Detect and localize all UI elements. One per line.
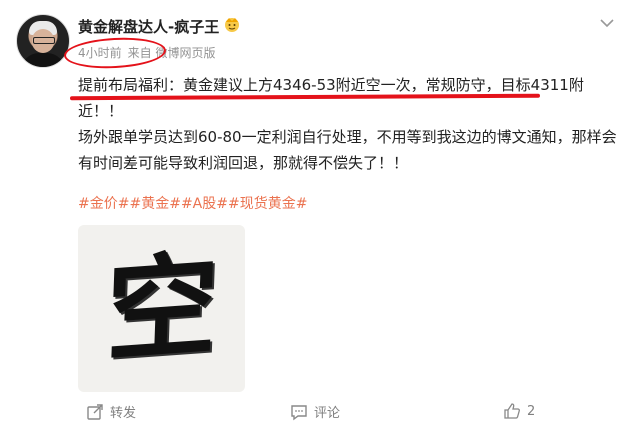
chevron-down-icon[interactable] [600, 18, 614, 28]
thumbs-up-icon [504, 403, 520, 419]
post-image[interactable]: 空 [78, 225, 245, 392]
author-name[interactable]: 黄金解盘达人-疯子王 [78, 16, 219, 37]
action-bar: 转发 评论 2 [0, 398, 640, 428]
repost-button[interactable]: 转发 [86, 402, 136, 421]
red-circle-annotation [63, 35, 167, 71]
post-text-line: 场外跟单学员达到60-80一定利润自行处理，不用等到我这边的博文通知，那样会 [78, 128, 617, 146]
repost-label: 转发 [110, 406, 137, 421]
post-text-line: 近！！ [78, 102, 124, 120]
comment-label: 评论 [314, 406, 341, 421]
hashtag-link[interactable]: #金价# [78, 196, 129, 212]
crown-emoji-icon [225, 18, 239, 32]
share-icon [87, 403, 103, 420]
post-body: 提前布局福利：黄金建议上方4346-53附近空一次，常规防守，目标4311附 近… [78, 72, 626, 176]
hashtag-link[interactable]: #A股# [181, 196, 228, 212]
author-avatar[interactable] [16, 14, 70, 68]
comment-icon [291, 404, 307, 420]
like-count: 2 [527, 403, 536, 419]
hashtag-link[interactable]: #黄金# [129, 196, 180, 212]
hashtag-list: #金价##黄金##A股##现货黄金# [78, 193, 307, 213]
post-text-line: 有时间差可能导致利润回退，那就得不偿失了！！ [78, 154, 409, 172]
avatar-suit [21, 53, 65, 67]
comment-button[interactable]: 评论 [290, 402, 340, 421]
hashtag-link[interactable]: #现货黄金# [228, 196, 307, 212]
calligraphy-character: 空 [103, 238, 220, 378]
like-button[interactable]: 2 [503, 402, 535, 420]
avatar-glasses [33, 37, 55, 44]
